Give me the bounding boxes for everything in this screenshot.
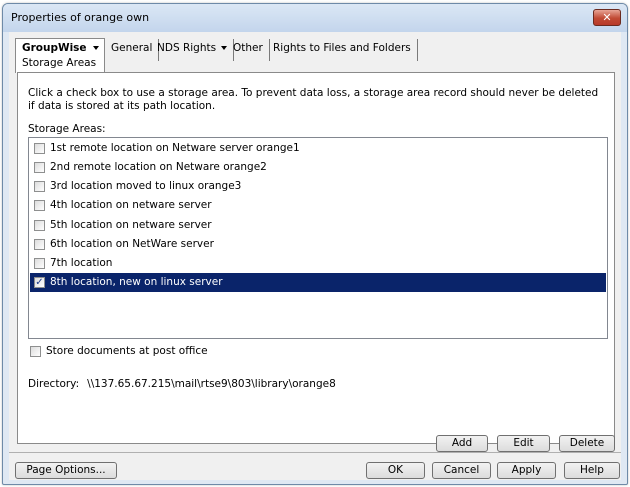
tab-other[interactable]: Other	[227, 39, 270, 61]
storage-areas-panel: Click a check box to use a storage area.…	[17, 72, 615, 452]
apply-button-label: Apply	[511, 464, 542, 476]
tab-nds-rights[interactable]: NDS Rights	[151, 39, 235, 61]
store-docs-label: Store documents at post office	[46, 345, 208, 357]
checkbox[interactable]	[34, 258, 45, 269]
dialog-client: GroupWise Storage Areas General NDS Righ…	[9, 32, 621, 480]
window-title: Properties of orange own	[11, 11, 150, 24]
checkbox[interactable]	[34, 220, 45, 231]
page-options-button[interactable]: Page Options...	[15, 462, 117, 479]
ok-button[interactable]: OK	[366, 462, 425, 479]
cancel-button-label: Cancel	[443, 464, 480, 476]
close-button[interactable]: ✕	[593, 9, 621, 26]
add-button-label: Add	[451, 437, 473, 449]
list-item[interactable]: 6th location on NetWare server	[30, 235, 606, 254]
properties-dialog: Properties of orange own ✕ GroupWise Sto…	[2, 3, 628, 485]
list-item-selected[interactable]: ✓ 8th location, new on linux server	[30, 273, 606, 292]
apply-button[interactable]: Apply	[497, 462, 556, 479]
list-item-label: 2nd remote location on Netware orange2	[50, 161, 267, 173]
tab-general-label: General	[111, 42, 153, 54]
list-item[interactable]: 7th location	[30, 254, 606, 273]
tab-rights-label: Rights to Files and Folders	[273, 42, 411, 54]
list-item-label: 4th location on netware server	[50, 199, 212, 211]
directory-value: \\137.65.67.215\mail\rtse9\803\library\o…	[87, 378, 336, 390]
footer-divider	[9, 452, 621, 453]
storage-areas-label: Storage Areas:	[28, 123, 106, 135]
page-options-label: Page Options...	[26, 464, 106, 476]
edit-button-label: Edit	[513, 437, 534, 449]
tab-strip: GroupWise Storage Areas General NDS Righ…	[9, 32, 621, 74]
list-item-label: 3rd location moved to linux orange3	[50, 180, 242, 192]
delete-button-label: Delete	[569, 437, 605, 449]
checkbox[interactable]	[34, 200, 45, 211]
directory-row: Directory: \\137.65.67.215\mail\rtse9\803…	[28, 378, 336, 390]
delete-button[interactable]: Delete	[559, 435, 615, 452]
store-docs-checkbox[interactable]	[30, 346, 41, 357]
list-item[interactable]: 4th location on netware server	[30, 196, 606, 215]
list-item-label: 8th location, new on linux server	[50, 276, 223, 288]
list-item[interactable]: 5th location on netware server	[30, 216, 606, 235]
list-item[interactable]: 3rd location moved to linux orange3	[30, 177, 606, 196]
checkmark-icon: ✓	[35, 277, 44, 288]
cancel-button[interactable]: Cancel	[432, 462, 491, 479]
close-icon: ✕	[602, 11, 612, 24]
list-item[interactable]: 1st remote location on Netware server or…	[30, 139, 606, 158]
checkbox[interactable]	[34, 143, 45, 154]
directory-label: Directory:	[28, 378, 80, 390]
tab-groupwise-label: GroupWise	[22, 42, 87, 54]
help-button[interactable]: Help	[564, 462, 620, 479]
list-item-label: 5th location on netware server	[50, 219, 212, 231]
checkbox[interactable]	[34, 162, 45, 173]
checkbox[interactable]	[34, 239, 45, 250]
edit-button[interactable]: Edit	[497, 435, 550, 452]
storage-areas-list[interactable]: 1st remote location on Netware server or…	[28, 137, 608, 339]
help-button-label: Help	[580, 464, 604, 476]
tab-nds-rights-label: NDS Rights	[157, 42, 217, 54]
ok-button-label: OK	[387, 464, 404, 476]
list-item-label: 6th location on NetWare server	[50, 238, 214, 250]
tab-groupwise[interactable]: GroupWise Storage Areas	[15, 38, 105, 73]
checkbox[interactable]	[34, 181, 45, 192]
add-button[interactable]: Add	[436, 435, 488, 452]
tab-other-label: Other	[233, 42, 263, 54]
subtab-storage-areas[interactable]: Storage Areas	[22, 57, 96, 69]
chevron-down-icon[interactable]	[92, 46, 99, 50]
list-item-label: 1st remote location on Netware server or…	[50, 142, 300, 154]
list-item-label: 7th location	[50, 257, 113, 269]
list-item[interactable]: 2nd remote location on Netware orange2	[30, 158, 606, 177]
instructions-text: Click a check box to use a storage area.…	[28, 87, 599, 112]
title-bar: Properties of orange own ✕	[3, 4, 627, 32]
tab-rights-files-folders[interactable]: Rights to Files and Folders	[267, 39, 418, 61]
checkbox-checked[interactable]: ✓	[34, 277, 45, 288]
